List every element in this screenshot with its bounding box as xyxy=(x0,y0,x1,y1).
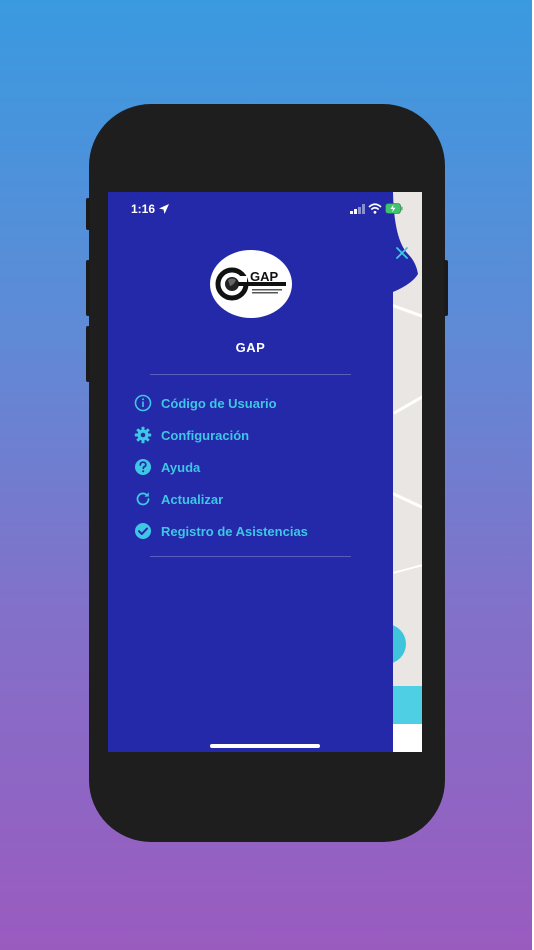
drawer-divider-bottom xyxy=(150,556,351,557)
wifi-icon xyxy=(368,203,382,214)
map-road xyxy=(391,492,422,512)
menu-item-label: Registro de Asistencias xyxy=(161,523,308,539)
menu-item-label: Actualizar xyxy=(161,491,224,507)
gap-logo-icon: GAP xyxy=(215,267,286,301)
volume-down-button xyxy=(86,326,90,382)
check-circle-icon xyxy=(135,523,151,539)
power-button xyxy=(444,260,448,316)
drawer-divider-top xyxy=(150,374,351,375)
phone-screen: 1:16 GAP GAP Código de Usuario Configura… xyxy=(108,192,422,752)
svg-text:GAP: GAP xyxy=(250,269,279,284)
location-arrow-icon xyxy=(159,204,169,214)
menu-item-label: Ayuda xyxy=(161,459,201,475)
close-icon[interactable] xyxy=(395,246,409,260)
cellular-signal-icon xyxy=(350,204,365,214)
map-road xyxy=(393,561,422,574)
help-icon xyxy=(135,459,151,475)
map-road xyxy=(391,304,422,321)
menu-item-configuracion[interactable]: Configuración xyxy=(134,424,364,446)
refresh-icon xyxy=(136,492,150,506)
status-time: 1:16 xyxy=(131,202,156,216)
app-logo: GAP xyxy=(210,250,292,318)
gear-icon xyxy=(134,426,152,444)
menu-item-codigo-usuario[interactable]: Código de Usuario xyxy=(134,392,364,414)
home-indicator[interactable] xyxy=(210,744,320,748)
navigation-drawer: 1:16 GAP GAP Código de Usuario Configura… xyxy=(108,192,393,752)
menu-item-ayuda[interactable]: Ayuda xyxy=(134,456,364,478)
menu-item-registro-asistencias[interactable]: Registro de Asistencias xyxy=(134,520,364,542)
battery-charging-icon xyxy=(385,203,403,214)
silent-switch xyxy=(86,198,90,230)
info-icon xyxy=(134,394,152,412)
menu-item-label: Código de Usuario xyxy=(161,395,277,411)
menu-item-label: Configuración xyxy=(161,427,250,443)
map-road xyxy=(393,392,422,415)
app-title: GAP xyxy=(235,340,266,355)
menu-item-actualizar[interactable]: Actualizar xyxy=(134,488,364,510)
volume-up-button xyxy=(86,260,90,316)
